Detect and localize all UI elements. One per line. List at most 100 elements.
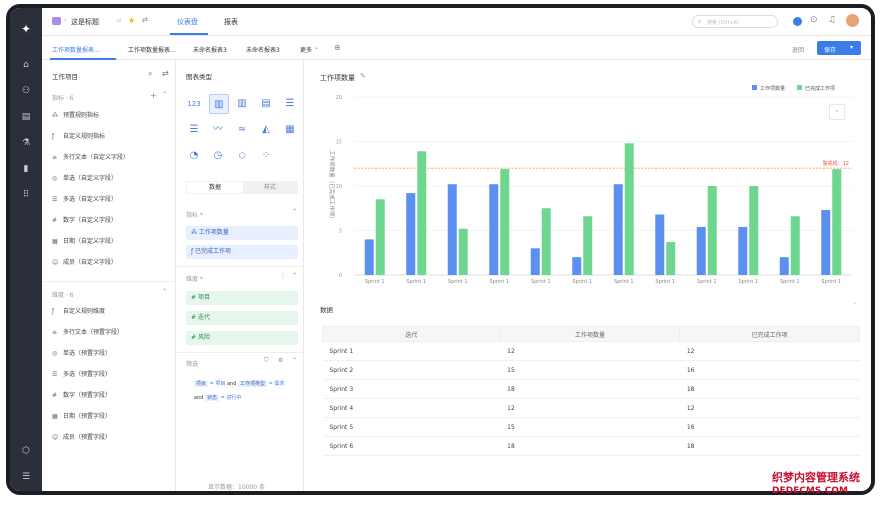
report-tab-3[interactable]: 未命名报表3 [193,45,227,54]
report-tab-more[interactable]: 更多 [300,45,312,54]
book-icon[interactable]: ▮ [19,162,33,176]
breadcrumb-title[interactable]: 这是标题 [71,17,99,27]
bar [458,228,468,275]
data-limit-footer[interactable]: 显示数据：10000 条 [208,482,265,491]
field-item[interactable]: ƒ 自定义规则指标 [52,131,105,143]
add-metric-icon[interactable]: + [150,91,157,100]
tab-report[interactable]: 报表 [224,17,238,27]
help-icon[interactable]: ⊙ [810,15,818,25]
x-tick-label: Sprint 1 [738,279,758,285]
cube-icon[interactable]: ⬡ [19,444,33,458]
field-item[interactable]: ◎ 单选（预置字段） [52,348,111,360]
bell-icon[interactable]: ♫ [828,15,836,25]
watermark-line1: 织梦内容管理系统 [772,471,860,484]
line-chart-icon[interactable]: 〰 [210,122,226,138]
horizontal-bar-icon[interactable]: ☰ [282,96,298,112]
dim-chip[interactable]: # 风险 [186,331,298,345]
tab-dashboard[interactable]: 仪表盘 [177,17,198,27]
metric-chip[interactable]: ƒ 已完成工作项 [186,245,298,259]
more-icon[interactable]: ⋮ [280,272,286,279]
home-icon[interactable]: ⌂ [19,58,33,72]
data-table: 迭代 工作项数量 已完成工作项 Sprint 1 12 12 Sprint 2 15 1… [322,326,860,456]
table-header[interactable]: 迭代 [322,326,501,342]
field-item[interactable]: ≡ 多行文本（自定义字段） [52,152,129,164]
search-box[interactable]: ⌕ 搜索 (Ctrl+K) [692,15,778,28]
collapse-icon[interactable]: ⌃ [162,288,167,295]
menu-icon[interactable]: ☰ [19,470,33,484]
segment-style[interactable]: 样式 [243,182,297,193]
cancel-button[interactable]: 退回 [792,45,804,54]
apps-icon[interactable]: ⚇ [19,84,33,98]
search-icon[interactable]: ⌕ [148,69,152,79]
gauge-icon[interactable]: ◷ [210,148,226,164]
field-item[interactable]: ⁂ 预置规则指标 [52,110,99,122]
table-row[interactable]: Sprint 5 15 16 [322,417,860,437]
filter-row-2[interactable]: and 状态 = 进行中 [194,394,298,403]
edit-icon[interactable]: ✎ [360,72,366,80]
save-button[interactable]: 保存 ▾ [817,41,861,55]
field-item[interactable]: ☰ 多选（自定义字段） [52,194,117,206]
table-row[interactable]: Sprint 6 18 18 [322,436,860,456]
save-dropdown-icon[interactable]: ▾ [850,44,853,51]
swap-icon[interactable]: ⇄ [162,69,169,78]
bar [749,186,759,275]
avatar[interactable] [846,14,859,27]
table-row[interactable]: Sprint 2 15 16 [322,360,860,380]
collapse-icon[interactable]: ⌃ [852,302,857,309]
number-chart-icon[interactable]: 123 [186,96,202,112]
area-chart-icon[interactable]: ◭ [258,122,274,138]
percent-bar-icon[interactable]: ▤ [258,96,274,112]
table-row[interactable]: Sprint 3 18 18 [322,379,860,399]
hbar-stack-icon[interactable]: ☰ [186,122,202,138]
x-tick-label: Sprint 1 [614,279,634,285]
collapse-icon[interactable]: ⌃ [292,208,297,215]
info-icon[interactable]: ▫ [117,17,121,24]
field-item[interactable]: ◎ 单选（自定义字段） [52,173,117,185]
filter-row-1[interactable]: 项目 = 项目 and 工作项类型 = 需求 [194,380,298,389]
field-item[interactable]: # 数字（预置字段） [52,390,111,402]
field-item[interactable]: ☰ 多选（预置字段） [52,369,111,381]
field-item[interactable]: ☺ 成员（预置字段） [52,432,111,444]
collapse-icon[interactable]: ⌃ [162,91,167,98]
field-item[interactable]: ▦ 日期（自定义字段） [52,236,117,248]
dim-chip[interactable]: # 项目 [186,291,298,305]
table-row[interactable]: Sprint 1 12 12 [322,341,860,361]
report-tab-4[interactable]: 未命名报表3 [246,45,280,54]
dim-chip[interactable]: # 迭代 [186,311,298,325]
legend-label: 已完成工作项 [805,85,835,92]
report-tab-1[interactable]: 工作项数量报表... [52,45,100,54]
percent-ring-icon[interactable]: ◯ [234,148,250,164]
swap-icon[interactable]: ⇄ [142,16,148,24]
status-icon[interactable] [793,17,802,26]
scatter-icon[interactable]: ⁘ [258,148,274,164]
multi-line-icon[interactable]: ≈ [234,122,250,138]
collapse-icon[interactable]: ⌃ [292,357,297,364]
segment-data[interactable]: 数据 [187,182,243,193]
table-header[interactable]: 已完成工作项 [679,326,860,342]
add-tab-icon[interactable]: ⊕ [334,43,341,52]
grid-icon[interactable]: ⠿ [19,188,33,202]
settings-icon[interactable]: ⚙ [278,357,283,364]
y-axis-label: 工作项数量（已完成工作项） [328,150,336,222]
metric-chip[interactable]: ⁂ 工作项数量 [186,226,298,240]
field-item[interactable]: ▦ 日期（预置字段） [52,411,111,423]
flask-icon[interactable]: ⚗ [19,136,33,150]
logo-icon: ✦ [20,22,32,36]
bar-chart-icon[interactable]: ▥ [209,94,229,114]
stacked-bar-icon[interactable]: ▥ [234,96,250,112]
table-header[interactable]: 工作项数量 [499,326,681,342]
field-item[interactable]: ☺ 成员（自定义字段） [52,257,117,269]
pie-chart-icon[interactable]: ◔ [186,148,202,164]
table-row[interactable]: Sprint 4 12 12 [322,398,860,418]
doc-icon[interactable]: ▤ [19,110,33,124]
collapse-icon[interactable]: ⌃ [292,272,297,279]
field-item[interactable]: ƒ 自定义规则维度 [52,306,105,318]
table-chart-icon[interactable]: ▦ [282,122,298,138]
filter-icon[interactable]: ⛉ [264,357,269,365]
field-item[interactable]: # 数字（自定义字段） [52,215,117,227]
legend-swatch [797,85,802,90]
star-icon[interactable]: ★ [128,16,135,25]
field-item[interactable]: ≡ 多行文本（预置字段） [52,327,123,339]
report-tab-2[interactable]: 工作项数量报表... [128,45,176,54]
report-tabs-bar: 工作项数量报表... 工作项数量报表... 未命名报表3 未命名报表3 更多 ⌄… [42,36,871,60]
